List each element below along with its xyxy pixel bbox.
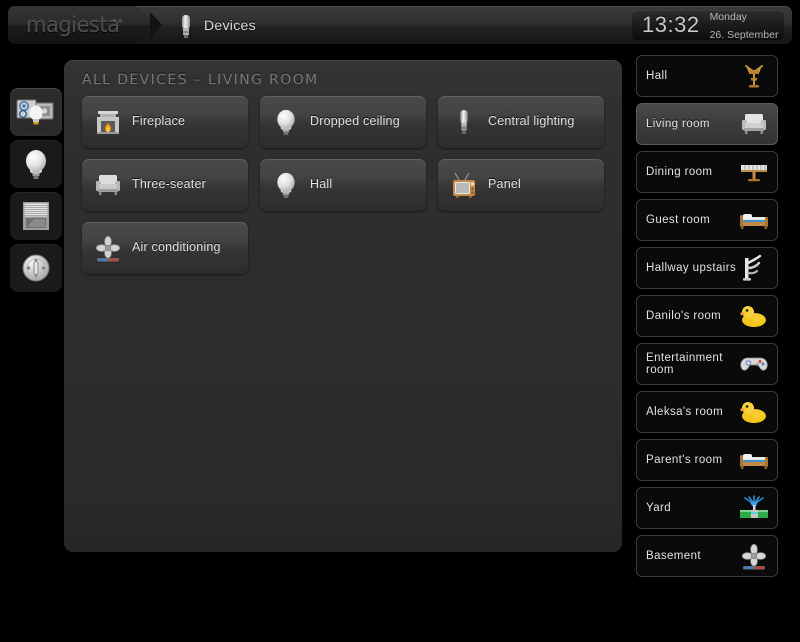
device-grid: Fireplace Dropped ceiling Central lighti…: [82, 96, 604, 285]
room-label: Entertainment room: [646, 352, 723, 376]
rail-item-devices-settings[interactable]: [10, 88, 62, 136]
fan-icon: [738, 541, 770, 571]
main-panel: ALL DEVICES – LIVING ROOM Fireplace Drop…: [64, 60, 622, 552]
room-item-hallway-upstairs[interactable]: Hallway upstairs: [636, 247, 778, 289]
window-blind-icon: [21, 200, 51, 232]
room-item-aleksas-room[interactable]: Aleksa's room: [636, 391, 778, 433]
device-label: Dropped ceiling: [310, 114, 400, 128]
room-label: Hall: [646, 70, 668, 82]
fluorescent-bulb-icon: [449, 107, 479, 137]
light-bulb-icon: [271, 107, 301, 137]
coat-hook-icon: [738, 253, 770, 283]
room-item-danilos-room[interactable]: Danilo's room: [636, 295, 778, 337]
device-label: Air conditioning: [132, 240, 221, 254]
room-label: Guest room: [646, 214, 711, 226]
fluorescent-bulb-icon: [174, 12, 198, 40]
logo-dots: ••: [112, 12, 124, 28]
clock: 13:32 Monday 26. September: [632, 7, 784, 43]
page-title: ALL DEVICES – LIVING ROOM: [82, 72, 319, 88]
device-label: Three-seater: [132, 177, 206, 191]
room-label: Living room: [646, 118, 710, 130]
app-root: magiesta •• Devices 13:32 Monday 26. Sep…: [0, 0, 800, 642]
top-bar: magiesta •• Devices 13:32 Monday 26. Sep…: [8, 6, 792, 44]
room-label: Parent's room: [646, 454, 723, 466]
room-label: Hallway upstairs: [646, 262, 737, 274]
rubber-duck-icon: [738, 397, 770, 427]
rubber-duck-icon: [738, 301, 770, 331]
room-item-hall[interactable]: Hall: [636, 55, 778, 97]
room-item-guest-room[interactable]: Guest room: [636, 199, 778, 241]
logo-plate[interactable]: magiesta ••: [8, 6, 158, 44]
device-label: Panel: [488, 177, 521, 191]
rail-item-blinds[interactable]: [10, 192, 62, 240]
room-item-dining-room[interactable]: Dining room: [636, 151, 778, 193]
room-list: Hall Living room Dining room Guest room …: [636, 55, 778, 583]
device-tile-air-conditioning[interactable]: Air conditioning: [82, 222, 248, 274]
room-label: Aleksa's room: [646, 406, 724, 418]
room-item-yard[interactable]: Yard: [636, 487, 778, 529]
room-item-living-room[interactable]: Living room: [636, 103, 778, 145]
fireplace-icon: [93, 107, 123, 137]
room-item-parents-room[interactable]: Parent's room: [636, 439, 778, 481]
device-tile-three-seater[interactable]: Three-seater: [82, 159, 248, 211]
rail-item-outlets[interactable]: [10, 244, 62, 292]
sprinkler-icon: [738, 493, 770, 523]
fan-icon: [93, 233, 123, 263]
light-bulb-icon: [21, 147, 51, 181]
room-item-basement[interactable]: Basement: [636, 535, 778, 577]
device-tile-hall[interactable]: Hall: [260, 159, 426, 211]
device-label: Central lighting: [488, 114, 575, 128]
coat-rack-icon: [738, 61, 770, 91]
device-label: Fireplace: [132, 114, 186, 128]
power-socket-icon: [20, 252, 52, 284]
rail-item-lighting[interactable]: [10, 140, 62, 188]
room-label: Basement: [646, 550, 701, 562]
room-label: Yard: [646, 502, 672, 514]
room-label: Danilo's room: [646, 310, 722, 322]
breadcrumb-chevron-icon: [150, 12, 162, 38]
device-tile-central-lighting[interactable]: Central lighting: [438, 96, 604, 148]
sofa-icon: [93, 170, 123, 200]
tv-icon: [449, 170, 479, 200]
clock-date: Monday 26. September: [710, 7, 779, 43]
clock-date-value: 26. September: [709, 29, 779, 41]
sofa-icon: [738, 109, 770, 139]
device-label: Hall: [310, 177, 333, 191]
room-item-entertainment-room[interactable]: Entertainment room: [636, 343, 778, 385]
breadcrumb-title: Devices: [204, 17, 256, 33]
logo-text: magiesta: [26, 13, 120, 37]
left-rail: [10, 88, 62, 296]
clock-day: Monday: [709, 11, 747, 24]
clock-time: 13:32: [642, 12, 700, 37]
bed-icon: [738, 205, 770, 235]
light-bulb-icon: [271, 170, 301, 200]
gamepad-icon: [738, 349, 770, 379]
devices-settings-icon: [16, 96, 56, 128]
table-icon: [738, 157, 770, 187]
room-label: Dining room: [646, 166, 713, 178]
device-tile-fireplace[interactable]: Fireplace: [82, 96, 248, 148]
device-tile-panel[interactable]: Panel: [438, 159, 604, 211]
device-tile-dropped-ceiling[interactable]: Dropped ceiling: [260, 96, 426, 148]
bed-icon: [738, 445, 770, 475]
